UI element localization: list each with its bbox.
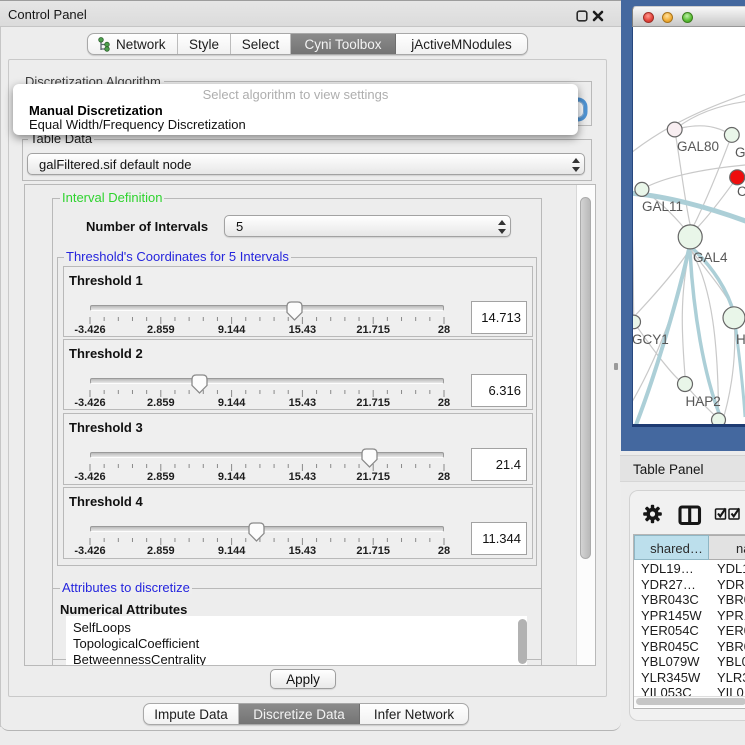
svg-text:GA: GA: [735, 145, 745, 160]
svg-text:GAL11: GAL11: [642, 199, 683, 214]
svg-text:HAP2: HAP2: [686, 394, 721, 409]
svg-text:GAL4: GAL4: [693, 250, 728, 265]
svg-text:GAL80: GAL80: [677, 139, 719, 154]
svg-text:GCY1: GCY1: [633, 332, 669, 347]
svg-text:H: H: [736, 332, 745, 347]
svg-text:C: C: [737, 184, 745, 199]
